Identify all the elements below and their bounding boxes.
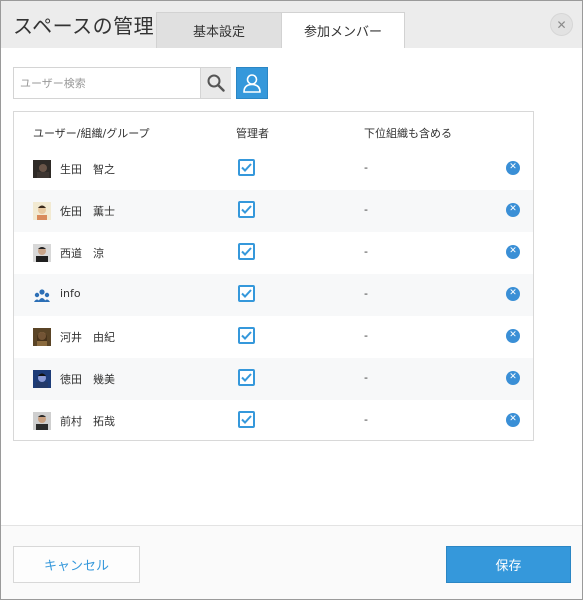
table-row: info - ✕: [14, 274, 533, 316]
admin-checkbox[interactable]: [238, 159, 255, 176]
search-icon: [207, 74, 225, 92]
checkmark-icon: [241, 289, 252, 298]
remove-member-button[interactable]: ✕: [506, 329, 520, 343]
remove-member-button[interactable]: ✕: [506, 287, 520, 301]
table-row: 佐田 薫士 - ✕: [14, 190, 533, 232]
member-name: 前村 拓哉: [60, 415, 115, 428]
table-row: 河井 由紀 - ✕: [14, 316, 533, 358]
checkmark-icon: [241, 331, 252, 340]
admin-checkbox[interactable]: [238, 369, 255, 386]
column-header-include-sub: 下位組織も含める: [364, 127, 452, 140]
remove-icon: ✕: [509, 246, 517, 256]
cancel-button[interactable]: キャンセル: [13, 546, 140, 583]
table-row: 生田 智之 - ✕: [14, 148, 533, 190]
member-name: 河井 由紀: [60, 331, 115, 344]
checkmark-icon: [241, 415, 252, 424]
remove-member-button[interactable]: ✕: [506, 161, 520, 175]
group-avatar: [33, 286, 51, 304]
member-name: 徳田 幾美: [60, 373, 115, 386]
include-sub-value: -: [364, 371, 368, 384]
column-header-member: ユーザー/組織/グループ: [33, 127, 150, 140]
dialog-header: スペースの管理 基本設定 参加メンバー ✕: [1, 1, 582, 48]
remove-member-button[interactable]: ✕: [506, 371, 520, 385]
remove-icon: ✕: [509, 330, 517, 340]
table-row: 西道 涼 - ✕: [14, 232, 533, 274]
avatar: [33, 412, 51, 430]
member-name: info: [60, 287, 81, 300]
member-name: 生田 智之: [60, 163, 115, 176]
checkmark-icon: [241, 247, 252, 256]
include-sub-value: -: [364, 413, 368, 426]
dialog-title: スペースの管理: [13, 14, 155, 38]
avatar: [33, 328, 51, 346]
table-row: 前村 拓哉 - ✕: [14, 400, 533, 442]
table-row: 徳田 幾美 - ✕: [14, 358, 533, 400]
avatar: [33, 202, 51, 220]
member-name: 佐田 薫士: [60, 205, 115, 218]
close-icon: ✕: [556, 17, 567, 32]
include-sub-value: -: [364, 245, 368, 258]
user-picker-button[interactable]: [236, 67, 268, 99]
include-sub-value: -: [364, 161, 368, 174]
admin-checkbox[interactable]: [238, 201, 255, 218]
space-management-dialog: スペースの管理 基本設定 参加メンバー ✕ ユーザー/組織/グループ 管理者 下…: [0, 0, 583, 600]
avatar: [33, 244, 51, 262]
close-button[interactable]: ✕: [550, 13, 573, 36]
checkmark-icon: [241, 205, 252, 214]
admin-checkbox[interactable]: [238, 411, 255, 428]
column-header-admin: 管理者: [236, 127, 269, 140]
search-button[interactable]: [200, 68, 231, 98]
user-icon: [243, 74, 261, 93]
user-search-box: [13, 67, 231, 99]
avatar: [33, 370, 51, 388]
save-button[interactable]: 保存: [446, 546, 571, 583]
checkmark-icon: [241, 373, 252, 382]
include-sub-value: -: [364, 203, 368, 216]
tab-basic-settings[interactable]: 基本設定: [156, 12, 282, 48]
avatar: [33, 160, 51, 178]
remove-icon: ✕: [509, 288, 517, 298]
remove-icon: ✕: [509, 204, 517, 214]
table-header: ユーザー/組織/グループ 管理者 下位組織も含める: [14, 112, 533, 148]
tab-members[interactable]: 参加メンバー: [282, 12, 405, 48]
admin-checkbox[interactable]: [238, 285, 255, 302]
admin-checkbox[interactable]: [238, 327, 255, 344]
user-search-input[interactable]: [14, 68, 200, 98]
members-table: ユーザー/組織/グループ 管理者 下位組織も含める 生田 智之 - ✕ 佐田 薫…: [13, 111, 534, 441]
include-sub-value: -: [364, 287, 368, 300]
remove-icon: ✕: [509, 414, 517, 424]
checkmark-icon: [241, 163, 252, 172]
remove-member-button[interactable]: ✕: [506, 203, 520, 217]
member-name: 西道 涼: [60, 247, 104, 260]
remove-icon: ✕: [509, 372, 517, 382]
remove-member-button[interactable]: ✕: [506, 413, 520, 427]
include-sub-value: -: [364, 329, 368, 342]
remove-member-button[interactable]: ✕: [506, 245, 520, 259]
remove-icon: ✕: [509, 162, 517, 172]
admin-checkbox[interactable]: [238, 243, 255, 260]
